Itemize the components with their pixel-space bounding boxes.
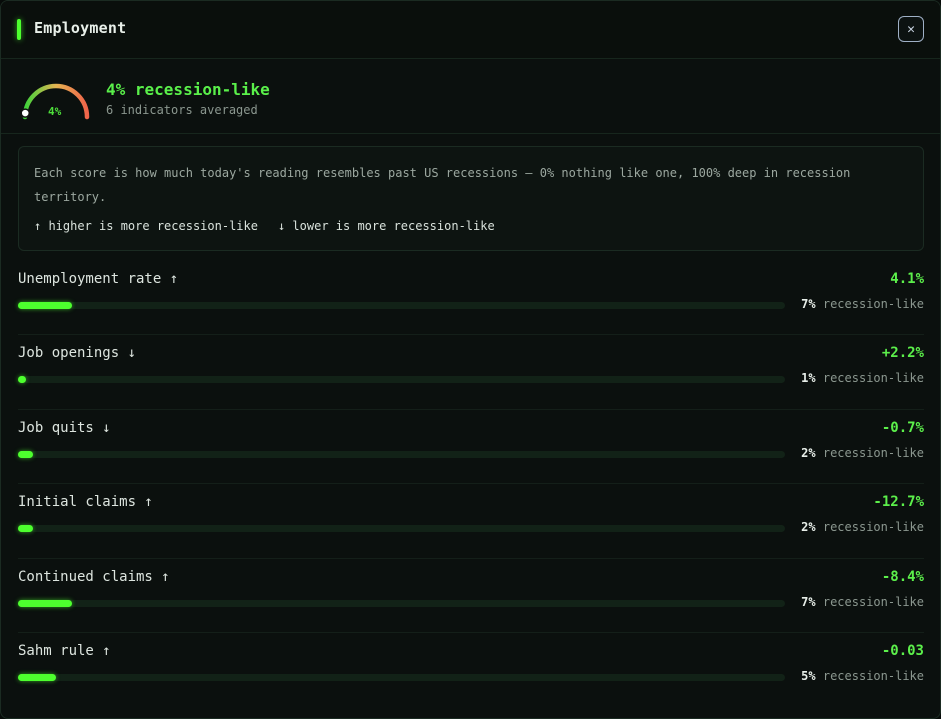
score-bar-track [18, 450, 785, 458]
row-divider [18, 408, 924, 410]
score-percent: 2% [801, 445, 816, 460]
close-button[interactable]: ✕ [898, 16, 924, 42]
row-divider [18, 557, 924, 559]
indicator-row[interactable]: Continued claims ↑ -8.4% 7% recession-like [18, 564, 924, 638]
indicator-value: -0.03 [881, 643, 924, 659]
score-bar-fill [18, 302, 72, 309]
indicator-value: +2.2% [881, 345, 924, 362]
score-suffix: recession-like [815, 669, 924, 683]
indicator-row[interactable]: Job quits ↓ -0.7% 2% recession-like [18, 415, 924, 489]
score-bar-fill [18, 674, 57, 681]
score-text: 5% recession-like [801, 669, 924, 683]
row-divider [18, 334, 924, 336]
score-bar-fill [18, 450, 34, 458]
score-text: 7% recession-like [801, 297, 924, 311]
score-suffix: recession-like [815, 445, 924, 460]
score-percent: 5% [801, 669, 816, 683]
indicator-label: Initial claims ↑ [18, 494, 153, 511]
summary-section: 4% 4% recession-like 6 indicators averag… [1, 59, 940, 134]
score-bar-fill [18, 599, 72, 607]
indicator-value: -0.7% [881, 419, 924, 436]
panel-header: Employment ✕ [1, 1, 940, 59]
row-divider [18, 483, 924, 485]
indicator-label: Continued claims ↑ [18, 568, 170, 585]
gauge-needle [20, 108, 30, 118]
indicator-row[interactable]: Sahm rule ↑ -0.03 5% recession-like [18, 638, 924, 712]
indicator-value: -8.4% [881, 568, 924, 585]
score-percent: 7% [801, 297, 816, 311]
score-text: 2% recession-like [801, 520, 924, 534]
score-suffix: recession-like [815, 520, 924, 535]
score-text: 2% recession-like [801, 446, 924, 460]
info-description: Each score is how much today's reading r… [34, 166, 851, 204]
score-text: 7% recession-like [801, 595, 924, 609]
close-icon: ✕ [907, 21, 915, 37]
panel-title: Employment [34, 19, 127, 37]
indicator-row[interactable]: Unemployment rate ↑ 4.1% 7% recession-like [18, 266, 924, 340]
score-suffix: recession-like [815, 371, 924, 386]
score-bar-fill [18, 525, 34, 533]
score-bar-track [18, 599, 785, 607]
employment-panel: Employment ✕ 4% 4% recession-like 6 indi… [0, 0, 941, 719]
indicator-label: Job quits ↓ [18, 419, 111, 436]
score-percent: 1% [801, 371, 816, 386]
header-accent-bar [17, 19, 21, 40]
indicator-label: Job openings ↓ [18, 345, 137, 362]
score-bar-track [18, 302, 785, 309]
score-bar-track [18, 674, 785, 681]
indicator-label: Sahm rule ↑ [18, 643, 111, 659]
legend-up: ↑ higher is more recession-like [34, 219, 258, 233]
score-text: 1% recession-like [801, 371, 924, 385]
direction-legend: ↑ higher is more recession-like ↓ lower … [34, 219, 908, 233]
score-percent: 7% [801, 594, 816, 609]
gauge-value-label: 4% [48, 105, 62, 118]
indicator-row[interactable]: Initial claims ↑ -12.7% 2% recession-like [18, 489, 924, 563]
indicator-row[interactable]: Job openings ↓ +2.2% 1% recession-like [18, 340, 924, 414]
summary-subtitle: 6 indicators averaged [106, 103, 258, 117]
legend-down: ↓ lower is more recession-like [277, 219, 495, 233]
score-suffix: recession-like [815, 297, 924, 311]
score-percent: 2% [801, 520, 816, 535]
info-box: Each score is how much today's reading r… [18, 146, 924, 251]
indicator-label: Unemployment rate ↑ [18, 271, 179, 287]
indicator-value: -12.7% [873, 494, 924, 511]
summary-title: 4% recession-like [106, 80, 270, 99]
score-bar-track [18, 525, 785, 533]
row-divider [18, 632, 924, 633]
score-bar-track [18, 376, 785, 384]
score-bar-fill [18, 376, 26, 384]
indicator-value: 4.1% [890, 271, 924, 287]
score-suffix: recession-like [815, 594, 924, 609]
